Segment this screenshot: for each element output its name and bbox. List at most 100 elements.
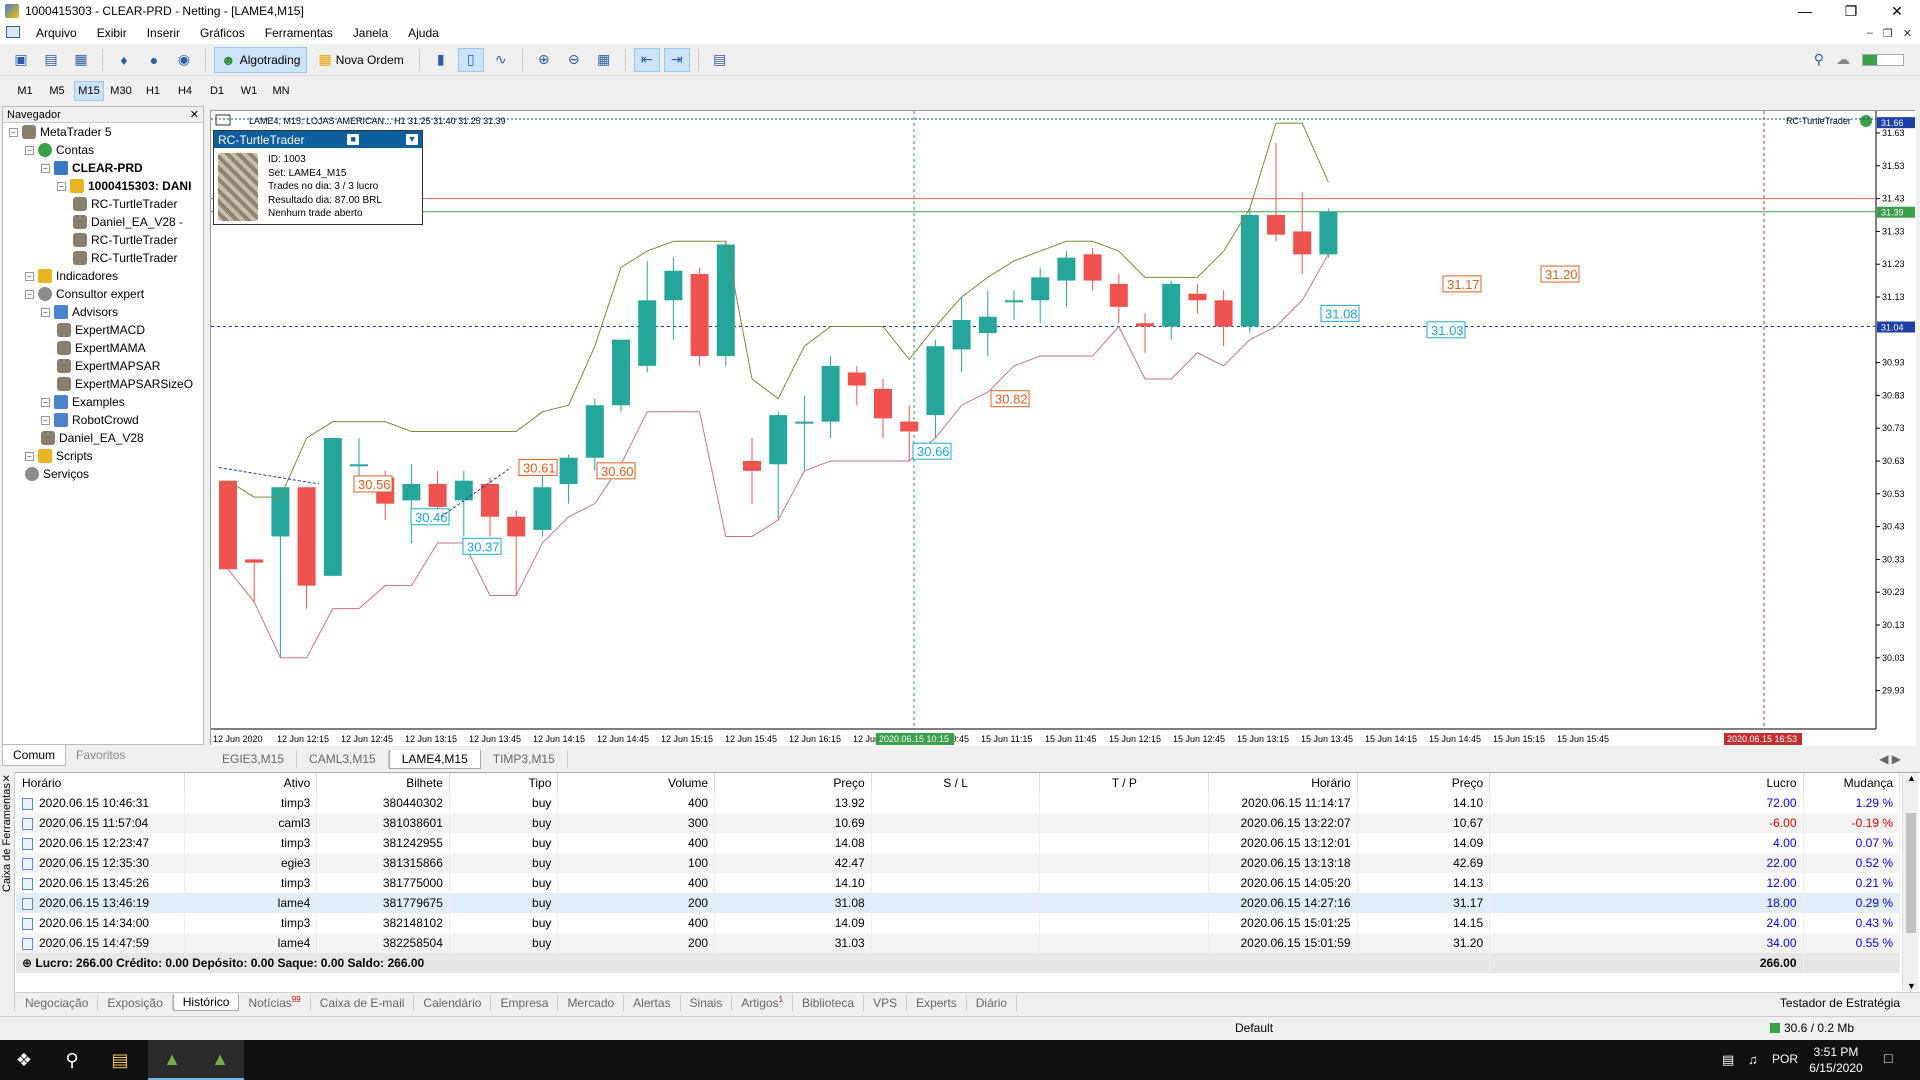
signals-icon[interactable]: ◉ — [171, 48, 197, 72]
tree-expand-icon[interactable]: − — [25, 289, 34, 299]
tf-h1[interactable]: H1 — [138, 81, 168, 101]
file-explorer-icon[interactable]: ▤ — [96, 1040, 144, 1080]
tf-m30[interactable]: M30 — [106, 81, 136, 101]
history-col-8[interactable]: Horário — [1208, 773, 1358, 793]
history-row[interactable]: 2020.06.15 12:35:30 egie3 381315866 buy 100 4… — [16, 853, 1901, 873]
history-row[interactable]: 2020.06.15 13:46:19 lame4 381779675 buy 200 3… — [16, 893, 1901, 913]
volume-icon[interactable]: ♫ — [1748, 1052, 1758, 1067]
tf-w1[interactable]: W1 — [234, 81, 264, 101]
tree-expand-icon[interactable]: − — [41, 163, 50, 173]
nav-item-expertmama[interactable]: ExpertMAMA — [57, 341, 146, 355]
tab-diario[interactable]: Diário — [967, 994, 1018, 1011]
menu-app-icon[interactable] — [0, 25, 26, 41]
history-col-7[interactable]: T / P — [1039, 773, 1210, 793]
history-col-1[interactable]: Ativo — [184, 773, 318, 793]
navigator-icon[interactable]: ● — [141, 48, 167, 72]
tree-expand-icon[interactable]: − — [41, 307, 50, 317]
chart-tab-caml3[interactable]: CAML3,M15 — [297, 750, 389, 768]
restore-button[interactable]: ❐ — [1828, 3, 1874, 20]
menu-ajuda[interactable]: Ajuda — [398, 26, 449, 40]
nav-item-servi-os[interactable]: Serviços — [25, 467, 89, 481]
nav-item-metatrader-5[interactable]: − MetaTrader 5 — [9, 125, 112, 139]
navigator-close-icon[interactable]: ✕ — [190, 108, 199, 121]
tf-m1[interactable]: M1 — [10, 81, 40, 101]
tab-sinais[interactable]: Sinais — [681, 994, 733, 1011]
tab-biblioteca[interactable]: Biblioteca — [793, 994, 865, 1011]
nav-item-daniel-ea-v28[interactable]: Daniel_EA_V28 — [41, 431, 144, 445]
new-order-button[interactable]: ▦ Nova Ordem — [311, 47, 410, 73]
tree-expand-icon[interactable]: − — [25, 271, 34, 281]
profiles-icon[interactable]: ▤ — [38, 48, 64, 72]
scroll-down-icon[interactable]: ▼ — [1907, 981, 1916, 991]
tree-expand-icon[interactable]: − — [25, 145, 34, 155]
chart-tab-egie3[interactable]: EGIE3,M15 — [210, 750, 298, 768]
history-col-9[interactable]: Preço — [1357, 773, 1491, 793]
menu-arquivo[interactable]: Arquivo — [26, 26, 87, 40]
nav-item-expertmapsar[interactable]: ExpertMAPSAR — [57, 359, 160, 373]
windows-start-icon[interactable]: ❖ — [0, 1040, 48, 1080]
chart-close-icon[interactable]: ✕ — [1903, 27, 1912, 40]
history-col-2[interactable]: Bilhete — [316, 773, 450, 793]
menu-graficos[interactable]: Gráficos — [190, 26, 255, 40]
chat-icon[interactable]: ☁ — [1836, 51, 1850, 68]
nav-item-1000415303-dani[interactable]: − 1000415303: DANI — [57, 179, 191, 193]
nav-item-rc-turtletrader[interactable]: RC-TurtleTrader — [73, 197, 177, 211]
tree-expand-icon[interactable]: − — [25, 451, 34, 461]
tab-empresa[interactable]: Empresa — [491, 994, 559, 1011]
menu-inserir[interactable]: Inserir — [137, 26, 190, 40]
price-chart[interactable]: LAME4, M15: LOJAS AMERICAN... H1 31.25 3… — [210, 110, 1916, 746]
candlestick-icon[interactable]: ▯ — [457, 47, 484, 72]
tf-m5[interactable]: M5 — [42, 81, 72, 101]
chart-restore-icon[interactable]: ❐ — [1883, 27, 1893, 40]
tab-alertas[interactable]: Alertas — [624, 994, 681, 1011]
tab-negociacao[interactable]: Negociação — [16, 994, 99, 1011]
scroll-up-icon[interactable]: ▲ — [1907, 773, 1916, 783]
tf-h4[interactable]: H4 — [170, 81, 200, 101]
tree-expand-icon[interactable]: − — [9, 127, 18, 137]
new-chart-icon[interactable]: ▣ — [8, 48, 34, 72]
nav-item-robotcrowd[interactable]: − RobotCrowd — [41, 413, 139, 427]
metatrader-app-icon[interactable]: ▲ — [148, 1040, 196, 1080]
search-taskbar-icon[interactable]: ⚲ — [48, 1040, 96, 1080]
algotrading-button[interactable]: ☻ Algotrading — [214, 46, 308, 73]
chart-tab-timp3[interactable]: TIMP3,M15 — [481, 750, 568, 768]
tab-vps[interactable]: VPS — [864, 994, 908, 1011]
tab-caixa-email[interactable]: Caixa de E-mail — [311, 994, 415, 1011]
history-col-6[interactable]: S / L — [871, 773, 1041, 793]
tab-artigos[interactable]: Artigos1 — [732, 994, 794, 1011]
history-col-11[interactable]: Mudança — [1803, 773, 1901, 793]
history-row[interactable]: 2020.06.15 12:23:47 timp3 381242955 buy 400 1… — [16, 833, 1901, 853]
market-watch-icon[interactable]: ▦ — [68, 48, 94, 72]
nav-item-contas[interactable]: − Contas — [25, 143, 94, 157]
history-row[interactable]: 2020.06.15 14:47:59 lame4 382258504 buy 200 3… — [16, 933, 1901, 953]
auto-scroll-icon[interactable]: ⇤ — [633, 47, 660, 72]
clock[interactable]: 3:51 PM 6/15/2020 — [1806, 1044, 1866, 1076]
minimize-button[interactable]: — — [1782, 3, 1828, 20]
history-row[interactable]: 2020.06.15 11:57:04 caml3 381038601 buy 300 1… — [16, 813, 1901, 833]
nav-item-examples[interactable]: − Examples — [41, 395, 125, 409]
tab-historico[interactable]: Histórico — [172, 994, 240, 1011]
tab-experts[interactable]: Experts — [907, 994, 967, 1011]
network-icon[interactable]: ▤ — [1722, 1052, 1734, 1068]
tf-m15[interactable]: M15 — [74, 81, 104, 101]
zoom-out-icon[interactable]: ⊖ — [561, 48, 587, 72]
history-row[interactable]: 2020.06.15 13:45:26 timp3 381775000 buy 400 1… — [16, 873, 1901, 893]
nav-item-daniel-ea-v28[interactable]: Daniel_EA_V28 - — [73, 215, 183, 229]
nav-tab-favoritos[interactable]: Favoritos — [66, 745, 135, 766]
nav-item-rc-turtletrader[interactable]: RC-TurtleTrader — [73, 233, 177, 247]
tab-calendario[interactable]: Calendário — [414, 994, 492, 1011]
search-icon[interactable]: ⚲ — [1814, 51, 1824, 68]
indicators-icon[interactable]: ▤ — [707, 48, 733, 72]
history-row[interactable]: 2020.06.15 10:46:31 timp3 380440302 buy 400 1… — [16, 793, 1901, 813]
history-col-10[interactable]: Lucro — [1489, 773, 1804, 793]
chart-shift-icon[interactable]: ⇥ — [663, 47, 690, 72]
nav-item-clear-prd[interactable]: − CLEAR-PRD — [41, 161, 143, 175]
chart-minimize-icon[interactable]: – — [1867, 27, 1873, 40]
menu-exibir[interactable]: Exibir — [87, 26, 137, 40]
history-row[interactable]: 2020.06.15 14:34:00 timp3 382148102 buy 400 1… — [16, 913, 1901, 933]
language-indicator[interactable]: POR — [1772, 1052, 1798, 1066]
menu-ferramentas[interactable]: Ferramentas — [255, 26, 343, 40]
tf-mn[interactable]: MN — [266, 81, 296, 101]
nav-item-consultor-expert[interactable]: − Consultor expert — [25, 287, 144, 301]
close-button[interactable]: ✕ — [1874, 3, 1920, 20]
